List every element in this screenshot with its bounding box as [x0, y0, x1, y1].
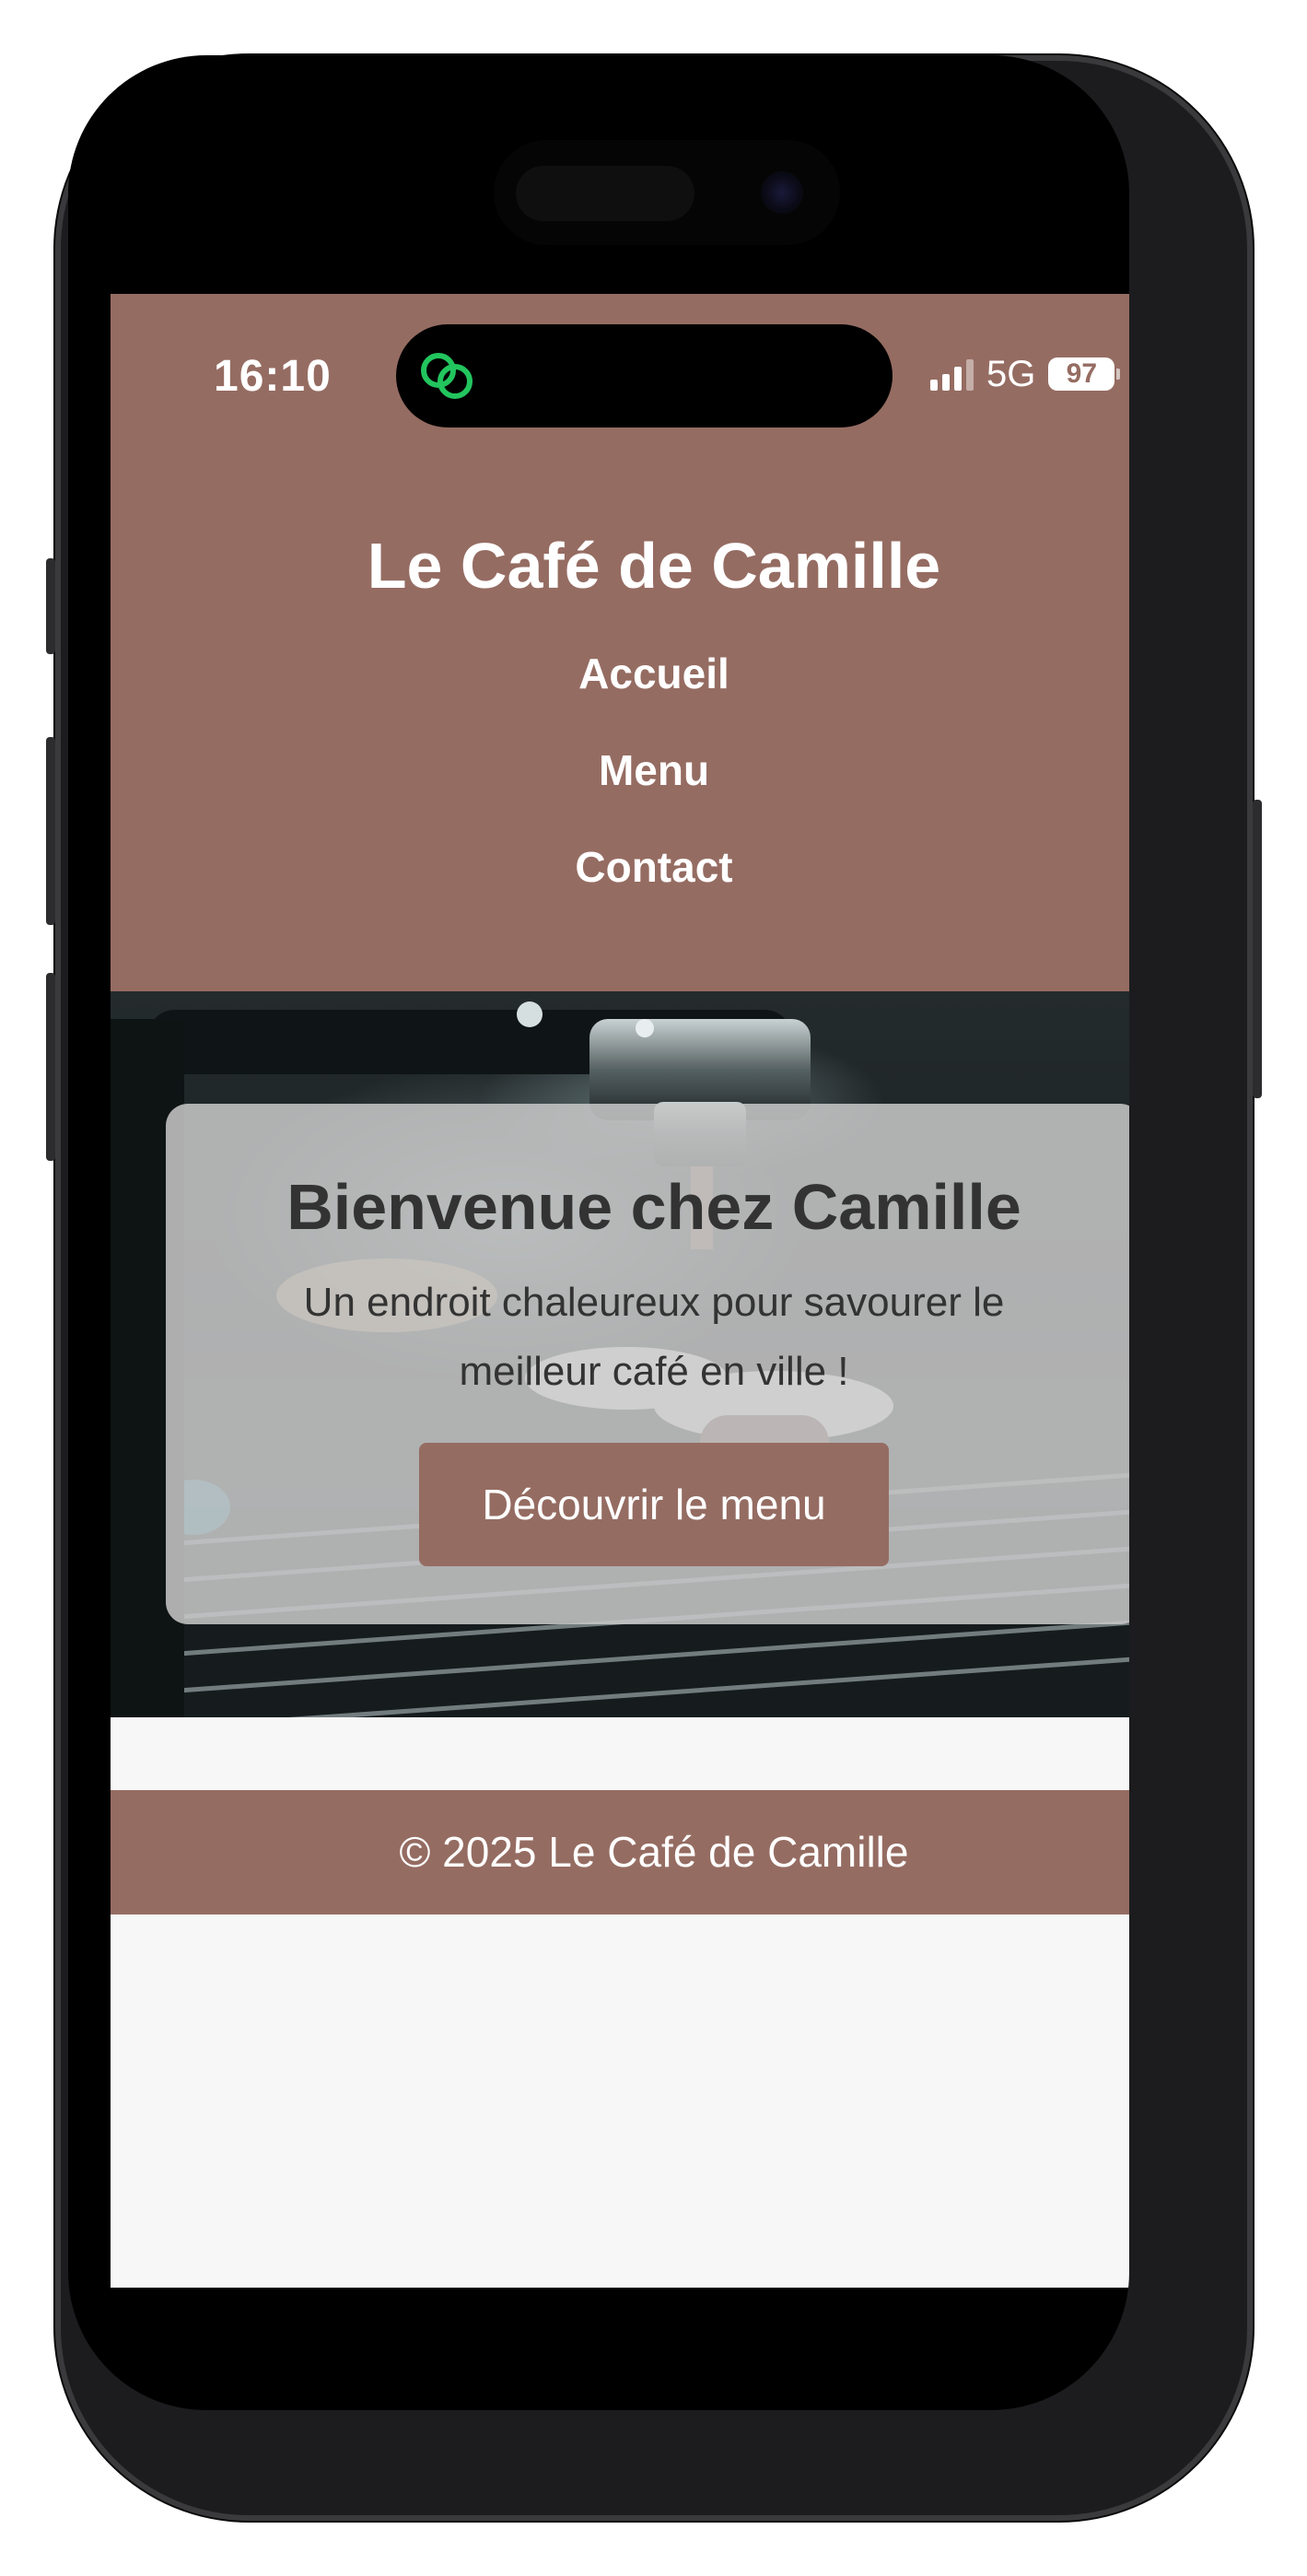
volume-down-button [46, 973, 55, 1161]
status-indicators: 5G 97 [930, 353, 1121, 395]
dynamic-island[interactable] [396, 324, 893, 427]
battery-level: 97 [1048, 357, 1115, 391]
nav-link-menu[interactable]: Menu [111, 744, 1129, 840]
sensor-pill [516, 166, 694, 221]
network-type: 5G [986, 353, 1036, 394]
phone-bezel: 16:10 5G 97 Le Café de Camille Accueil M… [68, 55, 1129, 2410]
site-title: Le Café de Camille [367, 530, 941, 602]
front-camera [761, 171, 803, 214]
status-time: 16:10 [214, 352, 332, 401]
nav-link-accueil[interactable]: Accueil [111, 647, 1129, 744]
camera-housing [494, 140, 840, 245]
cellular-signal-icon [930, 357, 974, 391]
status-bar: 16:10 5G 97 [111, 294, 1129, 451]
battery-icon: 97 [1048, 357, 1121, 391]
footer-copyright: © 2025 Le Café de Camille [399, 1828, 909, 1876]
linked-circles-icon [421, 353, 473, 399]
battery-tip [1116, 369, 1121, 380]
volume-up-button [46, 737, 55, 925]
site-header: 16:10 5G 97 Le Café de Camille Accueil M… [111, 294, 1129, 991]
action-button [46, 558, 55, 654]
screen: 16:10 5G 97 Le Café de Camille Accueil M… [111, 294, 1129, 2288]
hero-title: Bienvenue chez Camille [286, 1171, 1021, 1243]
hero-card: Bienvenue chez Camille Un endroit chaleu… [166, 1104, 1129, 1624]
main-nav: Accueil Menu Contact [111, 647, 1129, 937]
nav-link-contact[interactable]: Contact [111, 840, 1129, 937]
hero-section: Bienvenue chez Camille Un endroit chaleu… [111, 991, 1129, 1717]
site-footer: © 2025 Le Café de Camille [111, 1790, 1129, 1914]
discover-menu-button[interactable]: Découvrir le menu [419, 1443, 889, 1566]
hero-tagline: Un endroit chaleureux pour savourer le m… [303, 1280, 1005, 1394]
power-button [1253, 800, 1262, 1098]
